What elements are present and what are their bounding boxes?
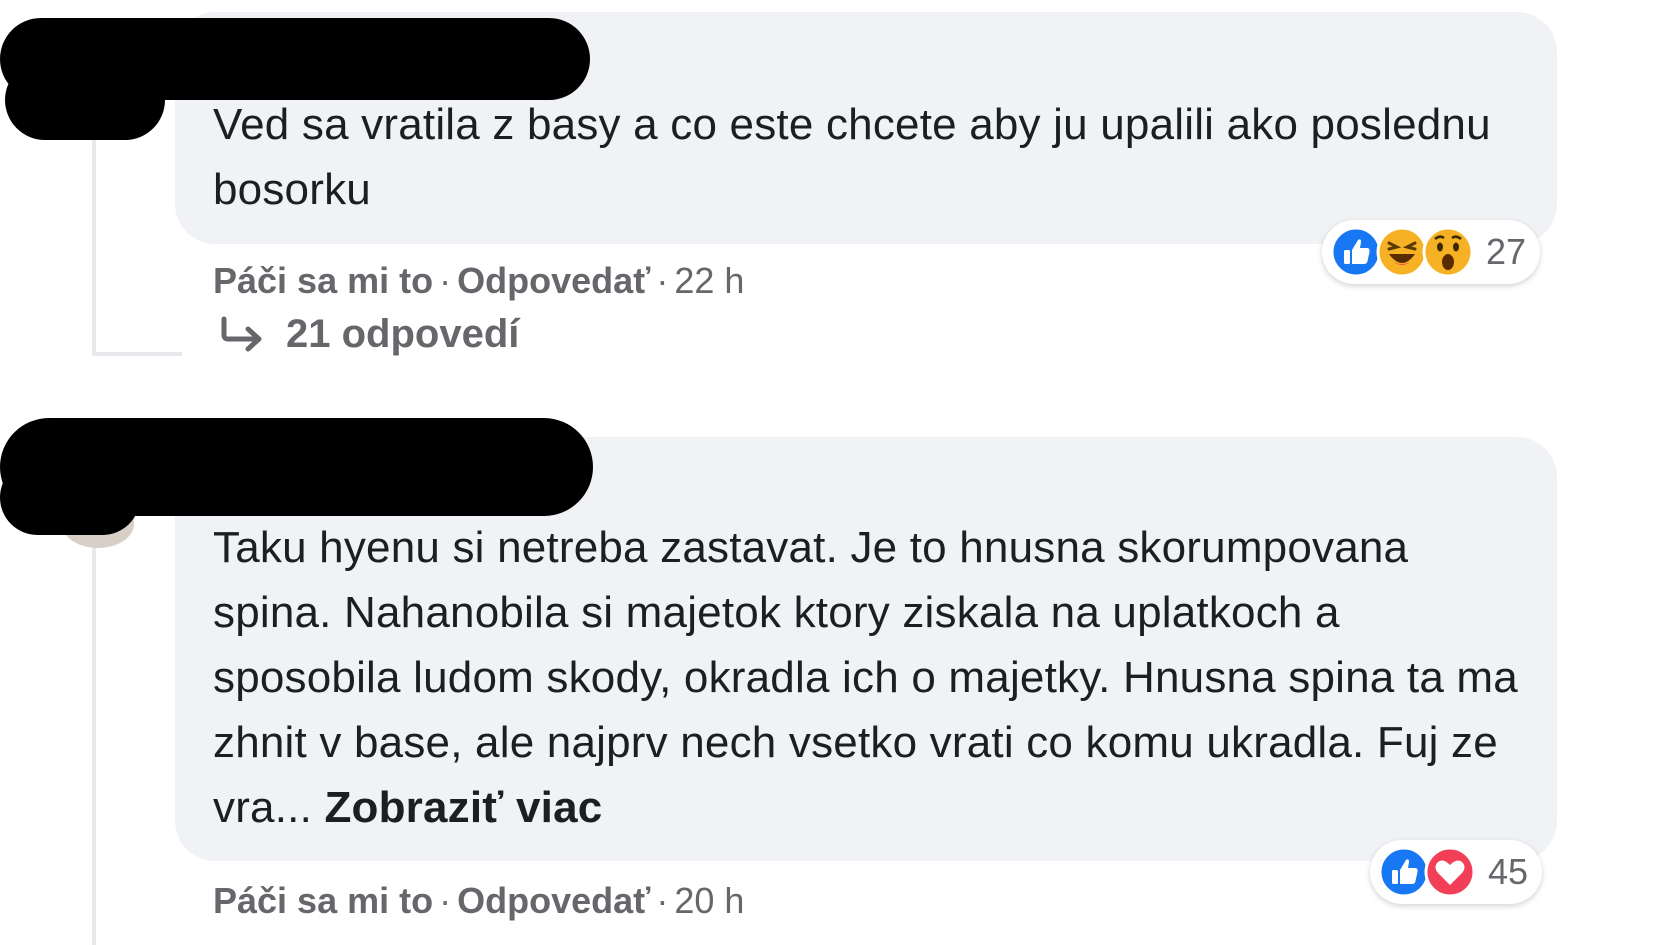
haha-icon <box>1376 226 1428 278</box>
redacted-avatar <box>0 460 140 535</box>
separator: · <box>656 880 669 921</box>
thread-line <box>92 120 96 355</box>
replies-count-label: 21 odpovedí <box>286 312 520 356</box>
comment-actions: Páči sa mi to · Odpovedať · 22 h <box>213 260 744 302</box>
reactions-summary[interactable]: 27 <box>1322 220 1541 284</box>
like-icon <box>1330 226 1382 278</box>
reply-arrow-icon <box>221 316 262 351</box>
like-button[interactable]: Páči sa mi to <box>213 260 433 301</box>
reply-button[interactable]: Odpovedať <box>457 260 650 301</box>
reaction-count: 45 <box>1488 851 1529 892</box>
comment-text: Taku hyenu si netreba zastavat. Je to hn… <box>213 515 1523 840</box>
comment-text: Ved sa vratila z basy a co este chcete a… <box>213 100 1491 214</box>
thread-line <box>92 352 182 356</box>
thread-line <box>92 535 96 945</box>
like-icon <box>1378 846 1430 898</box>
like-button[interactable]: Páči sa mi to <box>213 880 433 921</box>
reactions-summary[interactable]: 45 <box>1370 840 1543 904</box>
reply-button[interactable]: Odpovedať <box>457 880 650 921</box>
see-more-link[interactable]: Zobraziť viac <box>324 783 602 832</box>
love-icon <box>1424 846 1476 898</box>
view-replies-link[interactable]: 21 odpovedí <box>218 312 519 357</box>
separator: · <box>656 260 669 301</box>
reaction-count: 27 <box>1486 231 1527 272</box>
comment-actions: Páči sa mi to · Odpovedať · 20 h <box>213 880 744 922</box>
timestamp[interactable]: 20 h <box>674 880 744 921</box>
timestamp[interactable]: 22 h <box>674 260 744 301</box>
separator: · <box>439 260 452 301</box>
redacted-avatar <box>5 60 165 140</box>
separator: · <box>439 880 452 921</box>
wow-icon <box>1422 226 1474 278</box>
